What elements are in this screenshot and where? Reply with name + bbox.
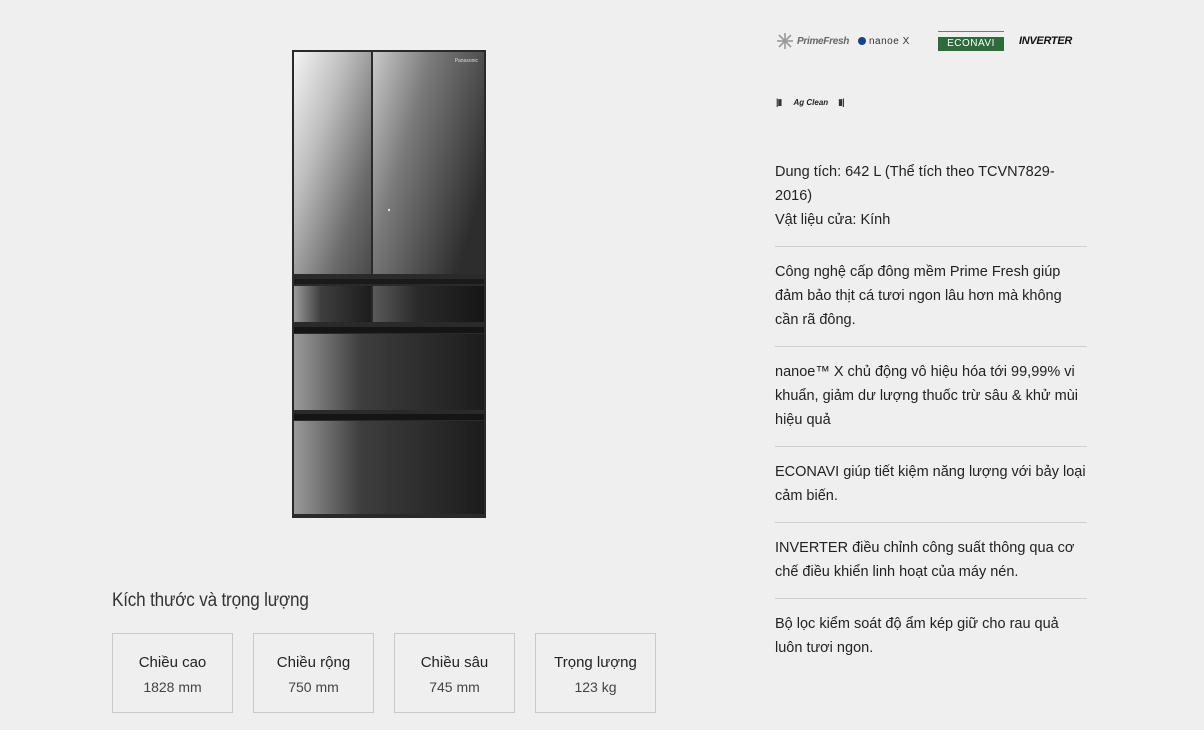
brand-mark: Panasonic (454, 58, 478, 64)
nanoe-x-logo: nanoe X (858, 30, 910, 52)
dimension-card-width: Chiều rộng 750 mm (253, 633, 374, 713)
feature-text: INVERTER điều chỉnh công suất thông qua … (775, 540, 1075, 580)
dimension-label: Chiều rộng (276, 654, 351, 671)
technology-logos: PrimeFresh nanoe X ECONAVI INVERTER (776, 30, 1088, 52)
nanoe-dot-icon (858, 37, 866, 45)
feature-text: Bộ lọc kiểm soát độ ẩm kép giữ cho rau q… (775, 616, 1059, 656)
snowflake-icon (777, 33, 793, 49)
feature-item-humidity-filter: Bộ lọc kiểm soát độ ẩm kép giữ cho rau q… (775, 612, 1087, 674)
dimension-card-weight: Trọng lượng 123 kg (535, 633, 656, 713)
dimensions-title: Kích thước và trọng lượng (112, 590, 309, 611)
dimension-value: 750 mm (288, 679, 339, 695)
dimension-card-depth: Chiều sâu 745 mm (394, 633, 515, 713)
econavi-text: ECONAVI (938, 37, 1004, 51)
dimension-label: Chiều sâu (420, 654, 489, 671)
feature-item-econavi: ECONAVI giúp tiết kiệm năng lượng với bả… (775, 460, 1087, 523)
dimensions-list: Chiều cao 1828 mm Chiều rộng 750 mm Chiề… (112, 633, 656, 713)
dimension-label: Chiều cao (138, 654, 207, 671)
feature-item-nanoe: nanoe™ X chủ động vô hiệu hóa tới 99,99%… (775, 360, 1087, 447)
ag-clean-logo: |▮ Ag Clean ▮| (776, 95, 845, 109)
ag-clean-text: Ag Clean (793, 97, 829, 107)
inverter-text: INVERTER (1019, 35, 1073, 47)
feature-item-inverter: INVERTER điều chỉnh công suất thông qua … (775, 536, 1087, 599)
dimension-value: 123 kg (574, 679, 617, 695)
dimension-label: Trọng lượng (554, 654, 637, 671)
dimension-card-height: Chiều cao 1828 mm (112, 633, 233, 713)
nanoe-x-text: nanoe X (869, 35, 910, 47)
feature-text: Công nghệ cấp đông mềm Prime Fresh giúp … (775, 264, 1062, 328)
feature-text: ECONAVI giúp tiết kiệm năng lượng với bả… (775, 464, 1086, 504)
dimension-value: 745 mm (429, 679, 480, 695)
feature-text: Vật liệu cửa: Kính (775, 212, 891, 228)
ag-clean-left-mark-icon: |▮ (776, 96, 783, 107)
feature-list: Dung tích: 642 L (Thể tích theo TCVN7829… (775, 160, 1087, 687)
econavi-logo: ECONAVI (938, 31, 1004, 53)
product-image: Panasonic (292, 50, 486, 518)
prime-fresh-text: PrimeFresh (797, 35, 850, 47)
dimension-value: 1828 mm (143, 679, 202, 695)
feature-item-prime-fresh: Công nghệ cấp đông mềm Prime Fresh giúp … (775, 260, 1087, 347)
ag-clean-right-mark-icon: ▮| (838, 96, 845, 107)
feature-item-capacity: Dung tích: 642 L (Thể tích theo TCVN7829… (775, 160, 1087, 247)
feature-text: nanoe™ X chủ động vô hiệu hóa tới 99,99%… (775, 364, 1079, 428)
feature-text: Dung tích: 642 L (Thể tích theo TCVN7829… (775, 164, 1055, 204)
inverter-logo: INVERTER (1019, 30, 1072, 52)
prime-fresh-logo: PrimeFresh (776, 30, 849, 52)
